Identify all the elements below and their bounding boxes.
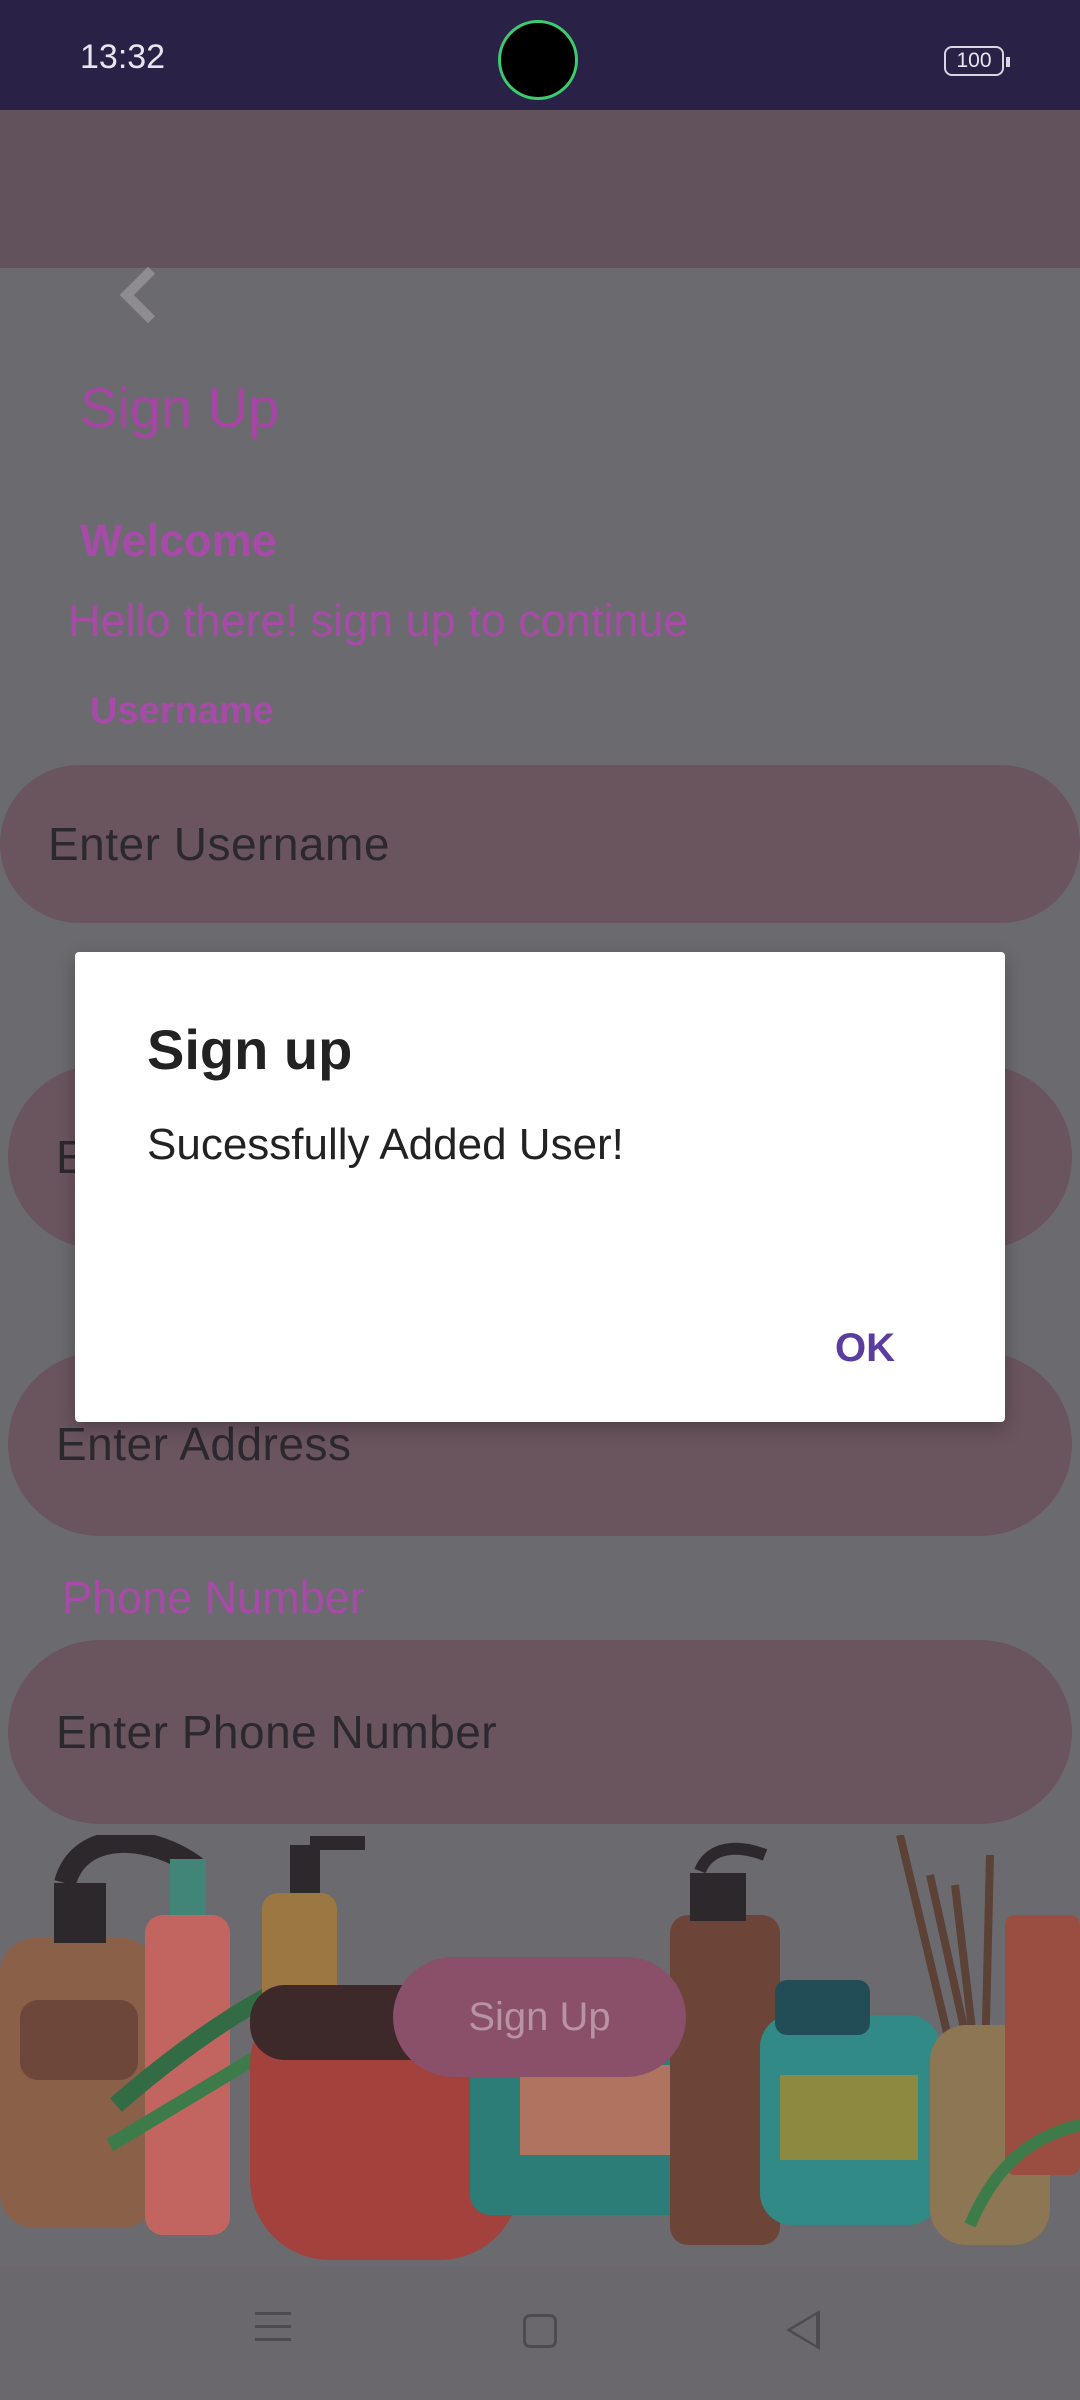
phone-number-placeholder: Enter Phone Number: [56, 1706, 498, 1758]
page-title: Sign Up: [80, 376, 280, 439]
ok-button[interactable]: OK: [820, 1316, 910, 1380]
address-placeholder: Enter Address: [56, 1418, 352, 1470]
phone-number-label: Phone Number: [62, 1572, 365, 1623]
app-bar: [0, 110, 1080, 324]
battery-icon: 100: [944, 46, 1010, 76]
triangle-back-icon[interactable]: [786, 2310, 820, 2350]
phone-number-field[interactable]: Enter Phone Number: [8, 1640, 1072, 1824]
menu-icon[interactable]: [255, 2312, 291, 2342]
username-label: Username: [90, 690, 274, 732]
status-bar: 13:32 100: [0, 0, 1080, 110]
signup-subtitle: Hello there! sign up to continue: [68, 595, 689, 646]
status-time: 13:32: [80, 38, 166, 76]
username-field[interactable]: Enter Username: [0, 765, 1080, 923]
sign-up-button[interactable]: Sign Up: [393, 1957, 686, 2077]
username-placeholder: Enter Username: [48, 818, 390, 870]
front-camera: [498, 20, 578, 100]
dialog-title: Sign up: [147, 1018, 353, 1081]
dialog-message: Sucessfully Added User!: [147, 1120, 624, 1169]
home-icon[interactable]: [523, 2314, 557, 2348]
welcome-heading: Welcome: [80, 515, 277, 566]
sign-up-dialog: Sign up Sucessfully Added User! OK: [75, 952, 1005, 1422]
